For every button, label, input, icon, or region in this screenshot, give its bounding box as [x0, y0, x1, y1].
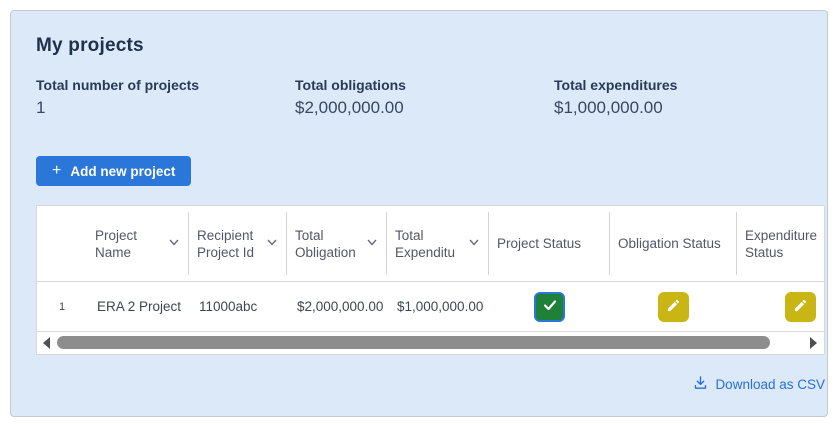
header-label: Recipient Project Id [197, 227, 262, 261]
stat-label: Total obligations [295, 76, 554, 94]
header-obligation-status: Obligation Status [610, 206, 737, 281]
pencil-icon [793, 298, 808, 316]
cell-project-status [489, 292, 610, 322]
header-total-obligation[interactable]: Total Obligation [287, 206, 387, 281]
my-projects-card: My projects Total number of projects 1 T… [10, 10, 828, 417]
stat-value: $2,000,000.00 [295, 98, 554, 118]
stat-label: Total number of projects [36, 76, 295, 94]
stat-total-projects: Total number of projects 1 [36, 76, 295, 118]
summary-stats: Total number of projects 1 Total obligat… [36, 76, 813, 118]
chevron-down-icon[interactable] [366, 235, 378, 252]
header-total-expenditure[interactable]: Total Expenditu [387, 206, 489, 281]
add-new-project-label: Add new project [70, 164, 175, 179]
header-expenditure-status: Expenditure Status [737, 206, 825, 281]
stat-value: 1 [36, 98, 295, 118]
table-row: 1 ERA 2 Project 11000abc $2,000,000.00 $… [37, 282, 825, 332]
cell-project-name: ERA 2 Project [87, 299, 189, 314]
plus-icon: + [52, 163, 61, 179]
obligation-status-edit-button[interactable] [658, 292, 689, 322]
scroll-right-arrow-icon[interactable] [810, 337, 817, 349]
cell-expenditure-status [737, 292, 825, 322]
expenditure-status-edit-button[interactable] [785, 292, 816, 322]
download-csv-label: Download as CSV [715, 377, 825, 392]
header-project-status: Project Status [489, 206, 610, 281]
download-csv-link[interactable]: Download as CSV [693, 375, 825, 393]
cell-total-expenditure: $1,000,000.00 [387, 299, 489, 314]
header-label: Expenditure Status [745, 227, 825, 261]
pencil-icon [666, 298, 681, 316]
header-label: Obligation Status [618, 235, 721, 252]
check-icon [542, 297, 558, 316]
cell-obligation-status [610, 292, 737, 322]
download-icon [693, 375, 708, 393]
cell-recipient-project-id: 11000abc [189, 299, 287, 314]
chevron-down-icon[interactable] [468, 235, 480, 252]
stat-value: $1,000,000.00 [554, 98, 813, 118]
projects-table: Project Name Recipient Project Id [36, 205, 825, 355]
header-label: Project Name [95, 227, 164, 261]
header-recipient-project-id[interactable]: Recipient Project Id [189, 206, 287, 281]
stat-total-expenditures: Total expenditures $1,000,000.00 [554, 76, 813, 118]
cell-total-obligation: $2,000,000.00 [287, 299, 387, 314]
header-label: Total Obligation [295, 227, 362, 261]
horizontal-scrollbar [37, 332, 824, 354]
stat-label: Total expenditures [554, 76, 813, 94]
table-header-row: Project Name Recipient Project Id [37, 206, 825, 282]
header-label: Project Status [497, 235, 581, 252]
scroll-left-arrow-icon[interactable] [43, 337, 50, 349]
chevron-down-icon[interactable] [266, 235, 278, 252]
header-row-number [37, 206, 87, 281]
scrollbar-thumb[interactable] [57, 336, 770, 349]
header-label: Total Expenditu [395, 227, 464, 261]
chevron-down-icon[interactable] [168, 235, 180, 252]
header-project-name[interactable]: Project Name [87, 206, 189, 281]
stat-total-obligations: Total obligations $2,000,000.00 [295, 76, 554, 118]
add-new-project-button[interactable]: + Add new project [36, 156, 191, 186]
page-title: My projects [36, 35, 813, 57]
row-number: 1 [37, 301, 87, 313]
project-status-complete-button[interactable] [534, 292, 565, 322]
